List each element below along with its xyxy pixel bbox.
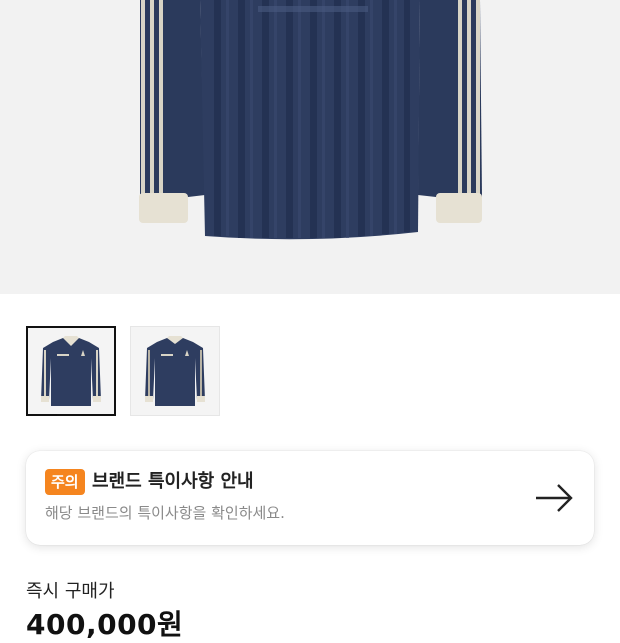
jersey-front-thumb — [41, 336, 101, 406]
thumbnail-front[interactable] — [26, 326, 116, 416]
notice-subtitle: 해당 브랜드의 특이사항을 확인하세요. — [45, 504, 285, 522]
caution-badge: 주의 — [45, 469, 85, 495]
price-value: 400,000원 — [26, 608, 184, 641]
thumbnail-list — [26, 326, 220, 416]
product-main-image[interactable] — [0, 0, 620, 294]
jersey-image — [139, 0, 482, 240]
thumbnail-back[interactable] — [130, 326, 220, 416]
arrow-right-icon[interactable] — [534, 482, 574, 518]
notice-title: 브랜드 특이사항 안내 — [92, 471, 254, 492]
price-label: 즉시 구매가 — [26, 581, 115, 602]
jersey-back-thumb — [145, 336, 205, 406]
brand-notice-card[interactable]: 주의 브랜드 특이사항 안내 해당 브랜드의 특이사항을 확인하세요. — [26, 451, 594, 545]
